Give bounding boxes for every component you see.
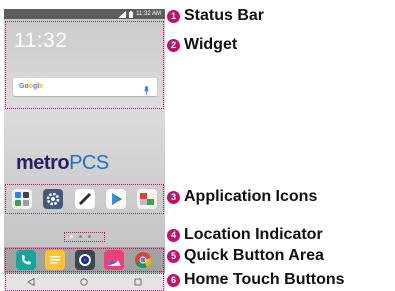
location-indicator-highlight <box>64 232 105 242</box>
status-bar: 11:32 AM <box>4 9 165 19</box>
callout-application-icons: 3 Application Icons <box>167 188 317 206</box>
metropcs-wallpaper-logo: metroPCS <box>16 152 109 174</box>
callout-label: Quick Button Area <box>184 247 324 264</box>
callout-widget: 2 Widget <box>167 36 237 54</box>
callout-label: Widget <box>184 36 238 53</box>
signal-icon <box>118 10 127 18</box>
callout-label: Application Icons <box>184 188 318 205</box>
callout-quick-button-area: 5 Quick Button Area <box>167 247 324 265</box>
callout-label: Home Touch Buttons <box>184 271 345 288</box>
callout-number: 4 <box>167 228 180 242</box>
application-icons-highlight <box>5 184 164 214</box>
callout-number: 3 <box>167 190 180 204</box>
callout-label: Location Indicator <box>184 226 323 243</box>
widget-highlight <box>5 21 164 109</box>
phone-home-screen: 11:32 AM 11:32 Google metroPCS <box>4 9 165 291</box>
home-touch-buttons-highlight <box>5 273 164 291</box>
callout-number: 6 <box>167 273 180 287</box>
callout-number: 5 <box>167 249 180 263</box>
battery-icon <box>129 10 134 18</box>
callout-status-bar: 1 Status Bar <box>167 7 264 25</box>
status-time: 11:32 AM <box>136 11 161 17</box>
quick-button-area-highlight <box>5 248 164 272</box>
callout-number: 2 <box>167 38 180 52</box>
callout-label: Status Bar <box>184 7 265 24</box>
callout-home-touch-buttons: 6 Home Touch Buttons <box>167 271 345 289</box>
callout-number: 1 <box>167 9 180 23</box>
callout-location-indicator: 4 Location Indicator <box>167 226 323 244</box>
